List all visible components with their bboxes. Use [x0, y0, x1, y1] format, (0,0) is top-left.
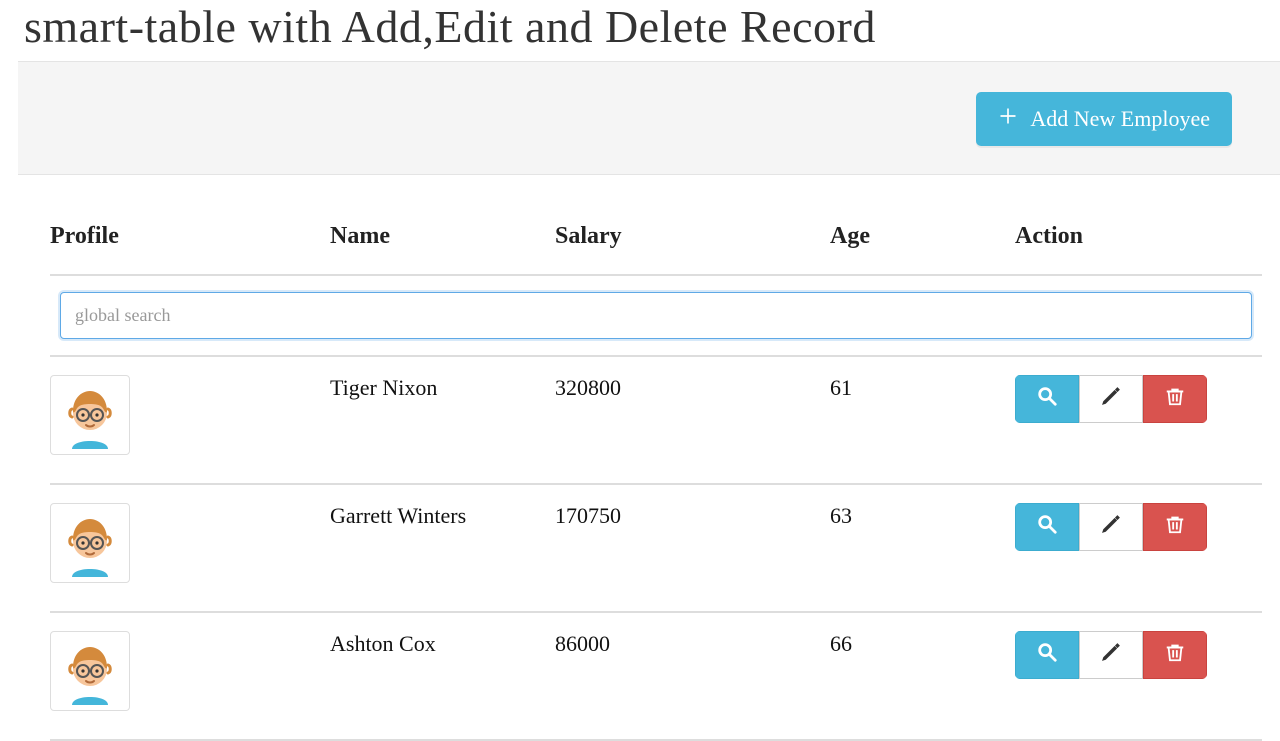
- pencil-icon: [1100, 513, 1122, 541]
- cell-salary: 320800: [555, 375, 830, 401]
- page-title: smart-table with Add,Edit and Delete Rec…: [24, 0, 1280, 53]
- search-icon: [1036, 513, 1058, 541]
- cell-age: 63: [830, 503, 1015, 529]
- table-row: Garrett Winters17075063: [50, 485, 1262, 613]
- view-button[interactable]: [1015, 375, 1079, 423]
- table-row: Ashton Cox8600066: [50, 613, 1262, 741]
- edit-button[interactable]: [1079, 375, 1143, 423]
- plus-icon: [998, 106, 1018, 132]
- avatar: [50, 375, 130, 455]
- trash-icon: [1164, 513, 1186, 541]
- avatar: [50, 631, 130, 711]
- cell-salary: 170750: [555, 503, 830, 529]
- search-row: [50, 276, 1262, 357]
- table-header-row: Profile Name Salary Age Action: [50, 205, 1262, 276]
- delete-button[interactable]: [1143, 503, 1207, 551]
- pencil-icon: [1100, 385, 1122, 413]
- col-header-age[interactable]: Age: [830, 223, 1015, 250]
- cell-salary: 86000: [555, 631, 830, 657]
- action-group: [1015, 375, 1207, 423]
- delete-button[interactable]: [1143, 631, 1207, 679]
- global-search-input[interactable]: [60, 292, 1252, 339]
- add-employee-button[interactable]: Add New Employee: [976, 92, 1232, 146]
- action-group: [1015, 631, 1207, 679]
- col-header-salary[interactable]: Salary: [555, 223, 830, 250]
- cell-name: Garrett Winters: [330, 503, 555, 529]
- view-button[interactable]: [1015, 631, 1079, 679]
- cell-age: 61: [830, 375, 1015, 401]
- search-icon: [1036, 641, 1058, 669]
- cell-name: Tiger Nixon: [330, 375, 555, 401]
- avatar: [50, 503, 130, 583]
- col-header-name[interactable]: Name: [330, 223, 555, 250]
- employee-table: Profile Name Salary Age Action Tiger Nix…: [50, 205, 1262, 741]
- search-icon: [1036, 385, 1058, 413]
- cell-name: Ashton Cox: [330, 631, 555, 657]
- table-row: Tiger Nixon32080061: [50, 357, 1262, 485]
- delete-button[interactable]: [1143, 375, 1207, 423]
- view-button[interactable]: [1015, 503, 1079, 551]
- edit-button[interactable]: [1079, 503, 1143, 551]
- col-header-action: Action: [1015, 223, 1262, 250]
- action-group: [1015, 503, 1207, 551]
- col-header-profile[interactable]: Profile: [50, 223, 330, 250]
- trash-icon: [1164, 641, 1186, 669]
- toolbar-panel: Add New Employee: [18, 61, 1280, 175]
- edit-button[interactable]: [1079, 631, 1143, 679]
- cell-age: 66: [830, 631, 1015, 657]
- pencil-icon: [1100, 641, 1122, 669]
- trash-icon: [1164, 385, 1186, 413]
- add-employee-label: Add New Employee: [1030, 106, 1210, 132]
